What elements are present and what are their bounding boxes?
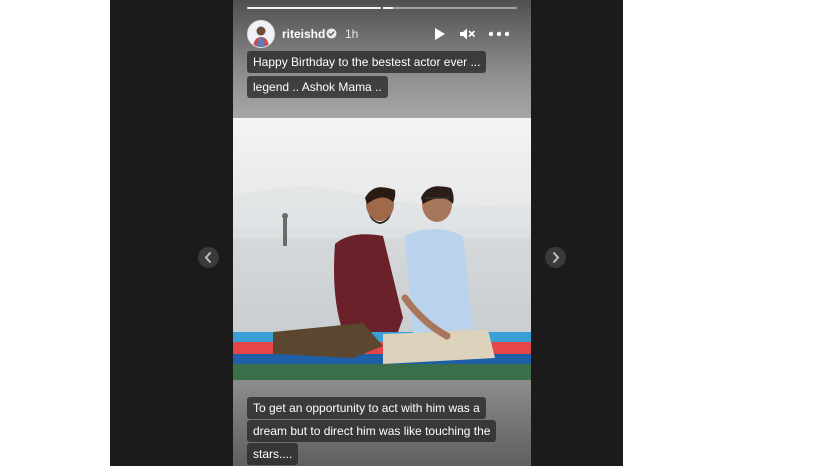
story-progress-segment-current xyxy=(383,7,517,9)
verified-badge-icon xyxy=(326,28,337,39)
caption-top-line-1: Happy Birthday to the bestest actor ever… xyxy=(247,51,487,73)
story-photo xyxy=(233,118,531,380)
caption-bottom-line-1: To get an opportunity to act with him wa… xyxy=(247,397,486,419)
photo-illustration xyxy=(233,186,531,380)
chevron-right-icon xyxy=(553,252,560,263)
profile-picture xyxy=(248,21,274,47)
next-story-button[interactable] xyxy=(545,247,566,268)
more-options-icon[interactable] xyxy=(487,25,511,43)
caption-bottom-line-2: dream but to direct him was like touchin… xyxy=(247,420,497,442)
avatar[interactable] xyxy=(247,20,275,48)
previous-story-button[interactable] xyxy=(198,247,219,268)
caption-top-line-2: legend .. Ashok Mama .. xyxy=(247,76,388,98)
play-icon[interactable] xyxy=(430,25,448,43)
chevron-left-icon xyxy=(204,252,211,263)
story-timestamp: 1h xyxy=(345,27,359,41)
story-card[interactable]: riteishd 1h Happy Birthday to the bestes… xyxy=(233,0,531,466)
story-username[interactable]: riteishd xyxy=(282,27,325,41)
story-progress-segment xyxy=(247,7,381,9)
speaker-muted-icon[interactable] xyxy=(458,25,476,43)
caption-bottom-line-3: stars.... xyxy=(247,443,299,465)
